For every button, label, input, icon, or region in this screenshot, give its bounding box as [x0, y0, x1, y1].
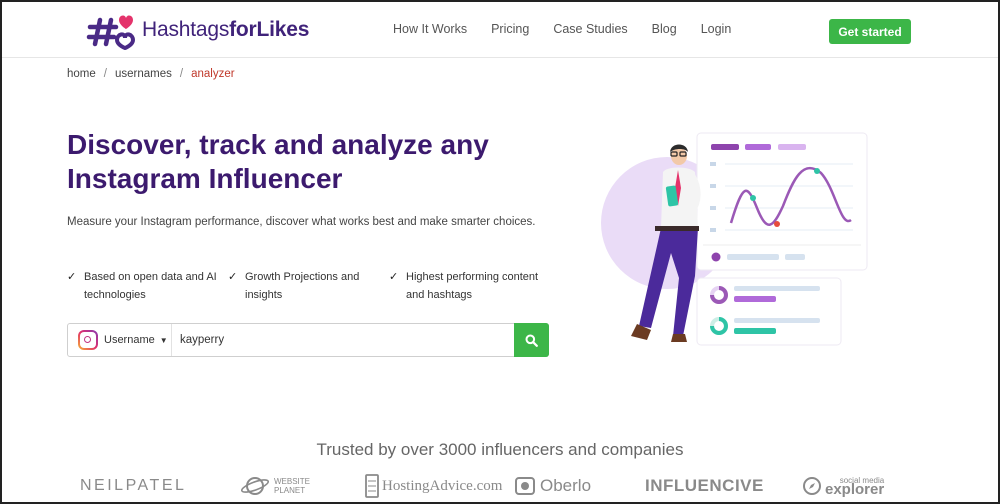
site-header: HashtagsforLikes How It Works Pricing Ca…	[0, 0, 1000, 58]
hero-subtitle: Measure your Instagram performance, disc…	[67, 216, 536, 228]
hero-title-line1: Discover, track and analyze any	[67, 129, 489, 160]
search-bar: Username ▼	[67, 323, 549, 357]
search-type-dropdown[interactable]: Username ▼	[68, 324, 172, 356]
brand-text-line: WEBSITE	[274, 477, 311, 486]
logo-hashtag-heart-icon	[86, 10, 136, 51]
brand-logo-hostingadvice: HostingAdvice.com	[365, 472, 502, 500]
feature-item: ✓ Growth Projections and insights	[228, 268, 389, 304]
oberlo-icon	[515, 477, 535, 495]
brand-text-line: explorer	[825, 481, 885, 498]
feature-line: Growth Projections and	[245, 271, 360, 283]
logo-wordmark: HashtagsforLikes	[142, 18, 309, 42]
check-icon: ✓	[389, 271, 399, 283]
feature-line: and hashtags	[406, 289, 473, 301]
compass-icon	[803, 477, 821, 495]
server-icon	[365, 474, 379, 498]
main-nav: How It Works Pricing Case Studies Blog L…	[393, 22, 755, 36]
brand-logo-websiteplanet: WEBSITE PLANET	[240, 472, 310, 500]
username-search-input[interactable]	[172, 324, 514, 356]
breadcrumb-home[interactable]: home	[67, 68, 96, 80]
brand-logo-neilpatel: NEILPATEL	[80, 477, 187, 494]
brand-text: social media explorer	[825, 476, 885, 498]
brand-text: HostingAdvice.com	[382, 477, 503, 494]
nav-how-it-works[interactable]: How It Works	[393, 22, 467, 36]
search-button[interactable]	[514, 323, 549, 357]
nav-pricing[interactable]: Pricing	[491, 22, 529, 36]
planet-icon	[240, 477, 270, 495]
feature-text: Highest performing content and hashtags	[406, 268, 538, 304]
breadcrumb-separator: /	[103, 68, 107, 80]
nav-case-studies[interactable]: Case Studies	[553, 22, 627, 36]
logo-link[interactable]: HashtagsforLikes	[86, 10, 309, 51]
illustration-stats-card	[696, 277, 842, 346]
instagram-icon	[78, 330, 98, 350]
brand-logo-oberlo: Oberlo	[515, 472, 591, 500]
brand-text-line: PLANET	[274, 486, 306, 495]
check-icon: ✓	[228, 271, 238, 283]
breadcrumb-usernames[interactable]: usernames	[115, 68, 172, 80]
brand-logo-socialmediaexplorer: social media explorer	[802, 472, 884, 500]
logo-text-part1: Hashtags	[142, 18, 230, 41]
feature-line: technologies	[84, 289, 146, 301]
illustration-chart-card	[696, 132, 868, 271]
feature-list: ✓ Based on open data and AI technologies …	[67, 268, 550, 304]
feature-item: ✓ Highest performing content and hashtags	[389, 268, 550, 304]
nav-blog[interactable]: Blog	[652, 22, 677, 36]
feature-text: Based on open data and AI technologies	[84, 268, 217, 304]
trusted-heading: Trusted by over 3000 influencers and com…	[316, 440, 684, 459]
search-icon	[525, 334, 538, 347]
hero-title: Discover, track and analyze any Instagra…	[67, 128, 547, 196]
nav-login[interactable]: Login	[701, 22, 732, 36]
feature-line: Highest performing content	[406, 271, 539, 283]
check-icon: ✓	[67, 271, 77, 283]
hero-illustration	[595, 128, 885, 358]
brand-text: Oberlo	[540, 476, 592, 495]
logo-text-part2: forLikes	[229, 18, 310, 41]
breadcrumb-current: analyzer	[191, 68, 235, 80]
get-started-button[interactable]: Get started	[829, 19, 911, 44]
brand-text: WEBSITE PLANET	[274, 477, 310, 495]
dropdown-label: Username	[104, 334, 155, 346]
hero-title-line2: Instagram Influencer	[67, 163, 343, 194]
feature-line: Based on open data and AI	[84, 271, 217, 283]
breadcrumb: home / usernames / analyzer	[67, 68, 235, 80]
feature-line: insights	[245, 289, 283, 301]
feature-text: Growth Projections and insights	[245, 268, 359, 304]
brand-logo-influencive: INFLUENCIVE	[645, 476, 764, 495]
breadcrumb-separator: /	[179, 68, 184, 80]
feature-item: ✓ Based on open data and AI technologies	[67, 268, 228, 304]
caret-down-icon: ▼	[159, 335, 168, 345]
brand-logo-row: NEILPATEL WEBSITE PLANET HostingAdvice.co…	[80, 472, 884, 500]
